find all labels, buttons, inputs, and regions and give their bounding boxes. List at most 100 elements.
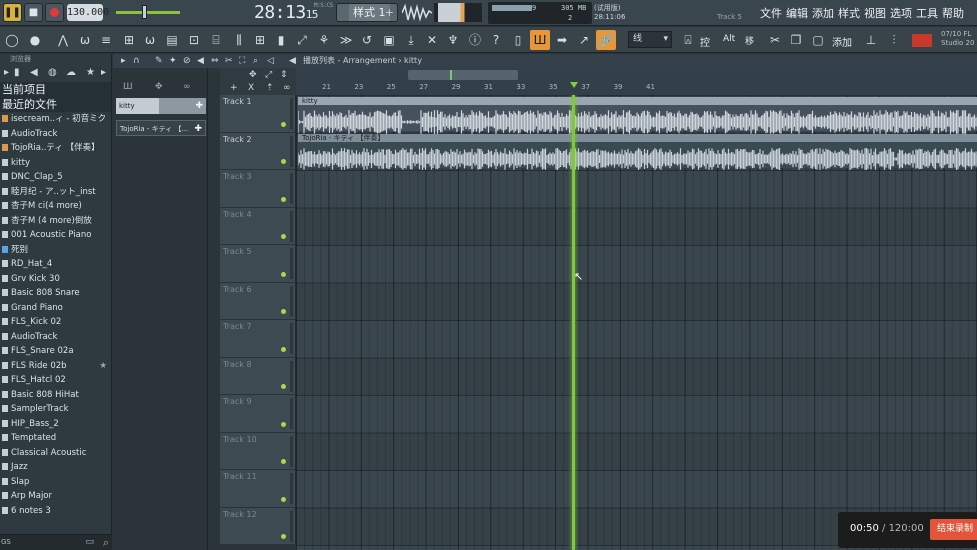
control-label[interactable]: 控 [700,34,710,49]
scissors-icon[interactable]: ✂ [765,30,785,50]
project-picker-icon[interactable]: ≫ [336,30,356,50]
browser-item[interactable]: 杏子M ci(4 more) [0,199,111,214]
browser-section-current[interactable]: 当前项目 [0,82,111,97]
track-mute-led[interactable] [281,459,286,464]
track-header[interactable]: Track 7 [220,320,296,358]
track-mute-led[interactable] [281,534,286,539]
record-button[interactable] [45,3,64,22]
browser-item[interactable]: 杏子M (4 more)倒放 [0,214,111,229]
menu-file[interactable]: 文件 [760,7,782,20]
browser-globe-icon[interactable]: ◍ [48,67,57,78]
zoom-tool-icon[interactable]: ⌕ [253,54,258,68]
track-mute-led[interactable] [281,496,286,502]
pattern-selector[interactable]: 样式 1 + [336,3,398,22]
browser-item[interactable]: 死别 [0,243,111,258]
typing-keyboard-icon[interactable]: ▤ [162,30,182,50]
browser-item[interactable]: isecream..ィ - 初音ミク [0,112,111,127]
clip-source-move-icon[interactable]: ✥ [155,82,163,92]
track-header[interactable]: Track 10 [220,432,296,470]
slip-tool-icon[interactable]: ⇔ [211,54,219,68]
track-header[interactable]: Track 1 [220,95,296,133]
favorite-star-icon[interactable]: ★ [99,359,107,374]
track-header[interactable]: Track 12 [220,507,296,545]
save-icon[interactable]: ▣ [379,30,399,50]
wait-record-icon[interactable]: ω [75,30,95,50]
browser-item[interactable]: Jazz [0,460,111,475]
browser-item[interactable]: SamplerTrack [0,402,111,417]
browser-folder-open-icon[interactable]: ▭ [85,537,94,547]
multilink-icon[interactable]: ⌸ [206,30,226,50]
pause-button[interactable]: ❚❚ [3,3,22,22]
template-icon[interactable]: ▯ [508,30,528,50]
add-label[interactable]: 添加 [832,34,852,49]
track-link-icon[interactable]: ∞ [283,83,291,93]
browser-item[interactable]: kitty [0,156,111,171]
cut-tool-icon[interactable]: ✕ [422,30,442,50]
alt-label[interactable]: Alt [723,34,735,44]
track-mute-led[interactable] [281,234,286,239]
piano-roll-icon[interactable]: ▮ [271,30,291,50]
metronome-icon[interactable]: ⋀ [53,30,73,50]
stamp-icon[interactable]: ⍓ [678,30,698,50]
playlist-scrollbar[interactable] [408,70,518,80]
browser-item[interactable]: Grv Kick 30 [0,272,111,287]
browser-arrow-icon[interactable]: ▸ [4,67,9,78]
track-mute-led[interactable] [281,196,286,202]
browser-speaker-icon[interactable]: ◀ [30,67,38,78]
track-mute-led[interactable] [281,271,286,277]
master-volume-knob[interactable] [142,5,147,19]
mute-tool-icon[interactable]: ◀ [197,54,204,68]
delete-tool-icon[interactable]: ⊘ [183,54,191,68]
browser-cloud-icon[interactable]: ☁ [66,67,76,78]
paint-tool-icon[interactable]: ✦ [169,54,177,68]
countdown-icon[interactable]: ≡ [96,30,116,50]
browser-item[interactable]: 睦月纪 - ア..ット_inst [0,185,111,200]
track-zoom-icon[interactable]: ⇕ [280,70,288,80]
browser-item[interactable]: RD_Hat_4 [0,257,111,272]
browser-search-bar[interactable]: GS ▭ ⌕ [0,534,112,550]
plugin-picker-icon[interactable]: ⚘ [314,30,334,50]
blend-notes-icon[interactable]: ω [140,30,160,50]
clip-source-add-icon[interactable]: ✚ [195,98,203,114]
playhead[interactable] [572,95,575,550]
browser-star-icon[interactable]: ★ [86,67,95,78]
news-flag-icon[interactable] [912,34,932,47]
browser-item[interactable]: Slap [0,475,111,490]
menu-options[interactable]: 选项 [890,7,912,20]
pattern-add-button[interactable]: + [385,4,394,21]
menu-tools[interactable]: 工具 [916,7,938,20]
browser-item[interactable]: Classical Acoustic [0,446,111,461]
browser-item[interactable]: HIP_Bass_2 [0,417,111,432]
track-remove-icon[interactable]: X [248,83,254,93]
browser-item[interactable]: FLS_Kick 02 [0,315,111,330]
slice-tool-icon[interactable]: ✂ [225,54,233,68]
browser-item[interactable]: Temptated [0,431,111,446]
recording-filter-icon[interactable]: ◯ [2,30,22,50]
browser-item[interactable]: AudioTrack [0,127,111,142]
browser-item[interactable]: DNC_Clap_5 [0,170,111,185]
track-header[interactable]: Track 3 [220,170,296,208]
track-mute-led[interactable] [281,159,286,164]
track-header[interactable]: Track 8 [220,357,296,395]
browser-item[interactable]: TojoRia..ティ 【伴奏】 [0,141,111,156]
link-icon[interactable]: 🔗 [596,30,616,50]
browser-search-text[interactable]: GS [1,538,11,546]
track-mute-led[interactable] [281,384,286,389]
track-header[interactable]: Track 11 [220,470,296,508]
mic-stand-icon[interactable]: ⊥ [861,30,881,50]
arrow-right-icon[interactable]: ➡ [552,30,572,50]
track-mute-led[interactable] [281,421,286,427]
step-edit-icon[interactable]: ⊞ [119,30,139,50]
menu-add[interactable]: 添加 [812,7,834,20]
menu-patterns[interactable]: 样式 [838,7,860,20]
browser-item[interactable]: Basic 808 Snare [0,286,111,301]
browser-arrow-right-icon[interactable]: ▸ [101,67,106,78]
browser-item[interactable]: FLS Ride 02b ★ [0,359,111,374]
snap-dropdown[interactable]: 线 [628,31,672,48]
clip-source-add-icon[interactable]: ✚ [194,121,202,137]
stop-button[interactable]: ■ [24,3,43,22]
browser-section-recent[interactable]: 最近的文件 [0,97,111,112]
tuner-icon[interactable]: ⫶ [884,30,904,50]
track-move-icon[interactable]: ✥ [249,70,257,80]
info-icon[interactable]: ⓘ [465,30,485,50]
